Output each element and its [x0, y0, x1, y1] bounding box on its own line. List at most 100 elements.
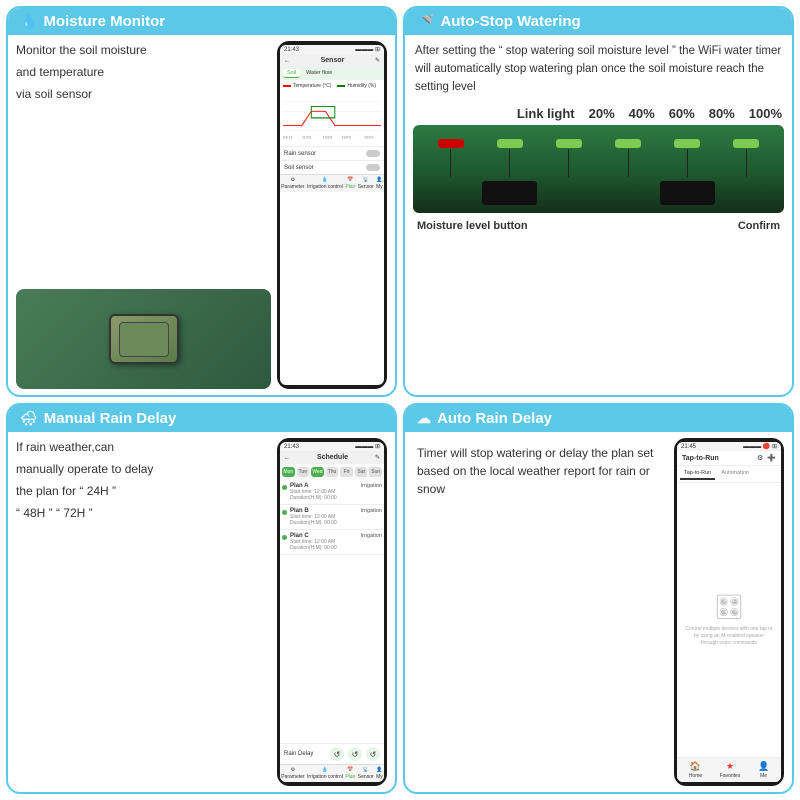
plan-a-duration: Duration(H:M): 00:00 — [290, 495, 358, 501]
plan-b-item[interactable]: Plan B Start time: 12:00 AM Duration(H:M… — [280, 505, 384, 530]
automation-empty-state: 🎛 Control multiple devices with one tap … — [677, 483, 781, 757]
sched-nav-my[interactable]: 👤My — [376, 767, 383, 780]
moisture-level-button-label[interactable]: Moisture level button — [417, 220, 528, 232]
auto-stop-icon: 🚿 — [417, 13, 434, 30]
manual-rain-title: Manual Rain Delay — [44, 410, 177, 427]
sched-nav-parameter[interactable]: ⚙Parameter — [281, 767, 304, 780]
delay-72h-icon[interactable]: ↺ — [366, 747, 380, 761]
schedule-list: Plan A Start time: 12:00 AM Duration(H:M… — [280, 480, 384, 743]
sched-nav-sensor[interactable]: 📡Sensor — [358, 767, 374, 780]
day-buttons: Mon Tue Wed Thu Fri Sat Sun — [280, 464, 384, 480]
schedule-nav-bar: ← Schedule ✎ — [280, 451, 384, 464]
level-20: 20% — [589, 106, 615, 121]
sensor-nav-bar: ← Sensor ✎ — [280, 54, 384, 67]
delay-48h-icon[interactable]: ↺ — [348, 747, 362, 761]
sched-nav-irrigation[interactable]: 💧Irrigation control — [307, 767, 343, 780]
moisture-monitor-text: Monitor the soil moisture and temperatur… — [16, 41, 271, 279]
plan-c-type: Irrigation — [361, 533, 382, 539]
level-80-indicator[interactable] — [674, 139, 700, 177]
soil-sensor-image — [16, 289, 271, 389]
favorites-label: Favorites — [720, 773, 741, 779]
profile-icon: 👤 — [758, 761, 769, 772]
settings-icon[interactable]: ⚙ — [757, 454, 763, 462]
schedule-status-bar: 21:43 ▬▬▬ ⊞ — [280, 442, 384, 451]
moisture-visual — [413, 125, 784, 213]
sensor-phone-screen: 21:43 ▬▬▬ ⊞ ← Sensor ✎ Soil Water flow — [280, 45, 384, 385]
level-60-indicator[interactable] — [615, 139, 641, 177]
day-tue[interactable]: Tue — [297, 467, 310, 477]
chart-area: Temperature (°C) Humidity (%) — [280, 80, 384, 146]
home-icon: 🏠 — [690, 761, 701, 772]
moisture-monitor-card: 💧 Moisture Monitor Monitor the soil mois… — [6, 6, 397, 397]
add-icon[interactable]: ➕ — [767, 454, 776, 462]
schedule-phone-mockup: 21:43 ▬▬▬ ⊞ ← Schedule ✎ Mon Tue Wed Thu — [277, 438, 387, 786]
plan-a-item[interactable]: Plan A Start time: 12:00 AM Duration(H:M… — [280, 480, 384, 505]
plan-a-info: Plan A Start time: 12:00 AM Duration(H:M… — [290, 483, 358, 501]
sensor-tabs: Soil Water flow — [280, 67, 384, 80]
day-sat[interactable]: Sat — [355, 467, 368, 477]
tab-automation[interactable]: Automation — [717, 468, 753, 480]
tab-soil[interactable]: Soil — [283, 69, 300, 78]
auto-rain-body: Timer will stop watering or delay the pl… — [405, 432, 792, 792]
nav-parameter[interactable]: ⚙Parameter — [281, 177, 304, 190]
svg-text:04/13: 04/13 — [283, 136, 292, 140]
auto-nav-profile[interactable]: 👤 Me — [758, 761, 769, 779]
sensor-phone-mockup: 21:43 ▬▬▬ ⊞ ← Sensor ✎ Soil Water flow — [277, 41, 387, 389]
auto-stop-title: Auto-Stop Watering — [440, 13, 580, 30]
nav-irrigation[interactable]: 💧Irrigation control — [307, 177, 343, 190]
tab-water[interactable]: Water flow — [302, 69, 336, 78]
sensor-back-icon[interactable]: ← — [284, 58, 290, 64]
rain-sensor-label: Rain sensor — [284, 151, 316, 157]
day-sun[interactable]: Sun — [369, 467, 382, 477]
plan-b-type: Irrigation — [361, 508, 382, 514]
delay-24h-icon[interactable]: ↺ — [330, 747, 344, 761]
day-thu[interactable]: Thu — [326, 467, 339, 477]
profile-label: Me — [760, 773, 767, 779]
auto-nav-home[interactable]: 🏠 Home — [689, 761, 702, 779]
level-100-indicator[interactable] — [733, 139, 759, 177]
day-wed[interactable]: Wed — [311, 467, 324, 477]
level-40: 40% — [629, 106, 655, 121]
auto-rain-title: Auto Rain Delay — [437, 410, 552, 427]
link-light-label: Link light — [517, 106, 575, 121]
auto-rain-status-bar: 21:45 ▬▬▬ 🔴 ⊞ — [677, 442, 781, 451]
day-fri[interactable]: Fri — [340, 467, 353, 477]
nav-sensor[interactable]: 📡Sensor — [358, 177, 374, 190]
legend-humidity-label: Humidity (%) — [347, 83, 376, 89]
level-40-indicator[interactable] — [556, 139, 582, 177]
legend-temp-dot — [283, 85, 291, 87]
auto-rain-bottom-nav: 🏠 Home ★ Favorites 👤 Me — [677, 757, 781, 782]
rain-sensor-toggle[interactable] — [366, 150, 380, 157]
automation-empty-desc: Control multiple devices with one tap or… — [685, 626, 773, 647]
svg-text:16/03: 16/03 — [323, 136, 332, 140]
sensor-status-bar: 21:43 ▬▬▬ ⊞ — [280, 45, 384, 54]
moisture-indicators-row — [421, 139, 776, 177]
moisture-bottom-boxes — [421, 181, 776, 205]
level-20-indicator[interactable] — [497, 139, 523, 177]
favorites-icon: ★ — [726, 761, 734, 772]
sensor-edit-icon[interactable]: ✎ — [375, 57, 380, 64]
schedule-back-icon[interactable]: ← — [284, 455, 290, 461]
schedule-edit-icon[interactable]: ✎ — [375, 454, 380, 461]
auto-nav-favorites[interactable]: ★ Favorites — [720, 761, 741, 779]
soil-sensor-box — [109, 314, 179, 364]
plan-c-info: Plan C Start time: 12:00 AM Duration(H:M… — [290, 533, 358, 551]
svg-text:11/03: 11/03 — [302, 136, 311, 140]
moisture-icon: 💧 — [20, 13, 37, 30]
level-60: 60% — [669, 106, 695, 121]
rain-sensor-row: Rain sensor — [280, 146, 384, 160]
day-mon[interactable]: Mon — [282, 467, 295, 477]
auto-rain-screen-title: Tap-to-Run — [682, 455, 719, 462]
sched-nav-plan[interactable]: 📅Plan — [345, 767, 355, 780]
plan-c-dot — [282, 535, 287, 540]
auto-rain-header-row: Tap-to-Run ⚙ ➕ — [677, 451, 781, 466]
tab-tap-to-run[interactable]: Tap-to-Run — [680, 468, 715, 480]
confirm-label[interactable]: Confirm — [738, 220, 780, 232]
plan-c-item[interactable]: Plan C Start time: 12:00 AM Duration(H:M… — [280, 530, 384, 555]
soil-sensor-toggle[interactable] — [366, 164, 380, 171]
moisture-monitor-title: Moisture Monitor — [43, 13, 165, 30]
nav-my[interactable]: 👤My — [376, 177, 383, 190]
legend-humidity-dot — [337, 85, 345, 87]
link-light-indicator[interactable] — [438, 139, 464, 177]
nav-plan[interactable]: 📅Plan — [345, 177, 355, 190]
